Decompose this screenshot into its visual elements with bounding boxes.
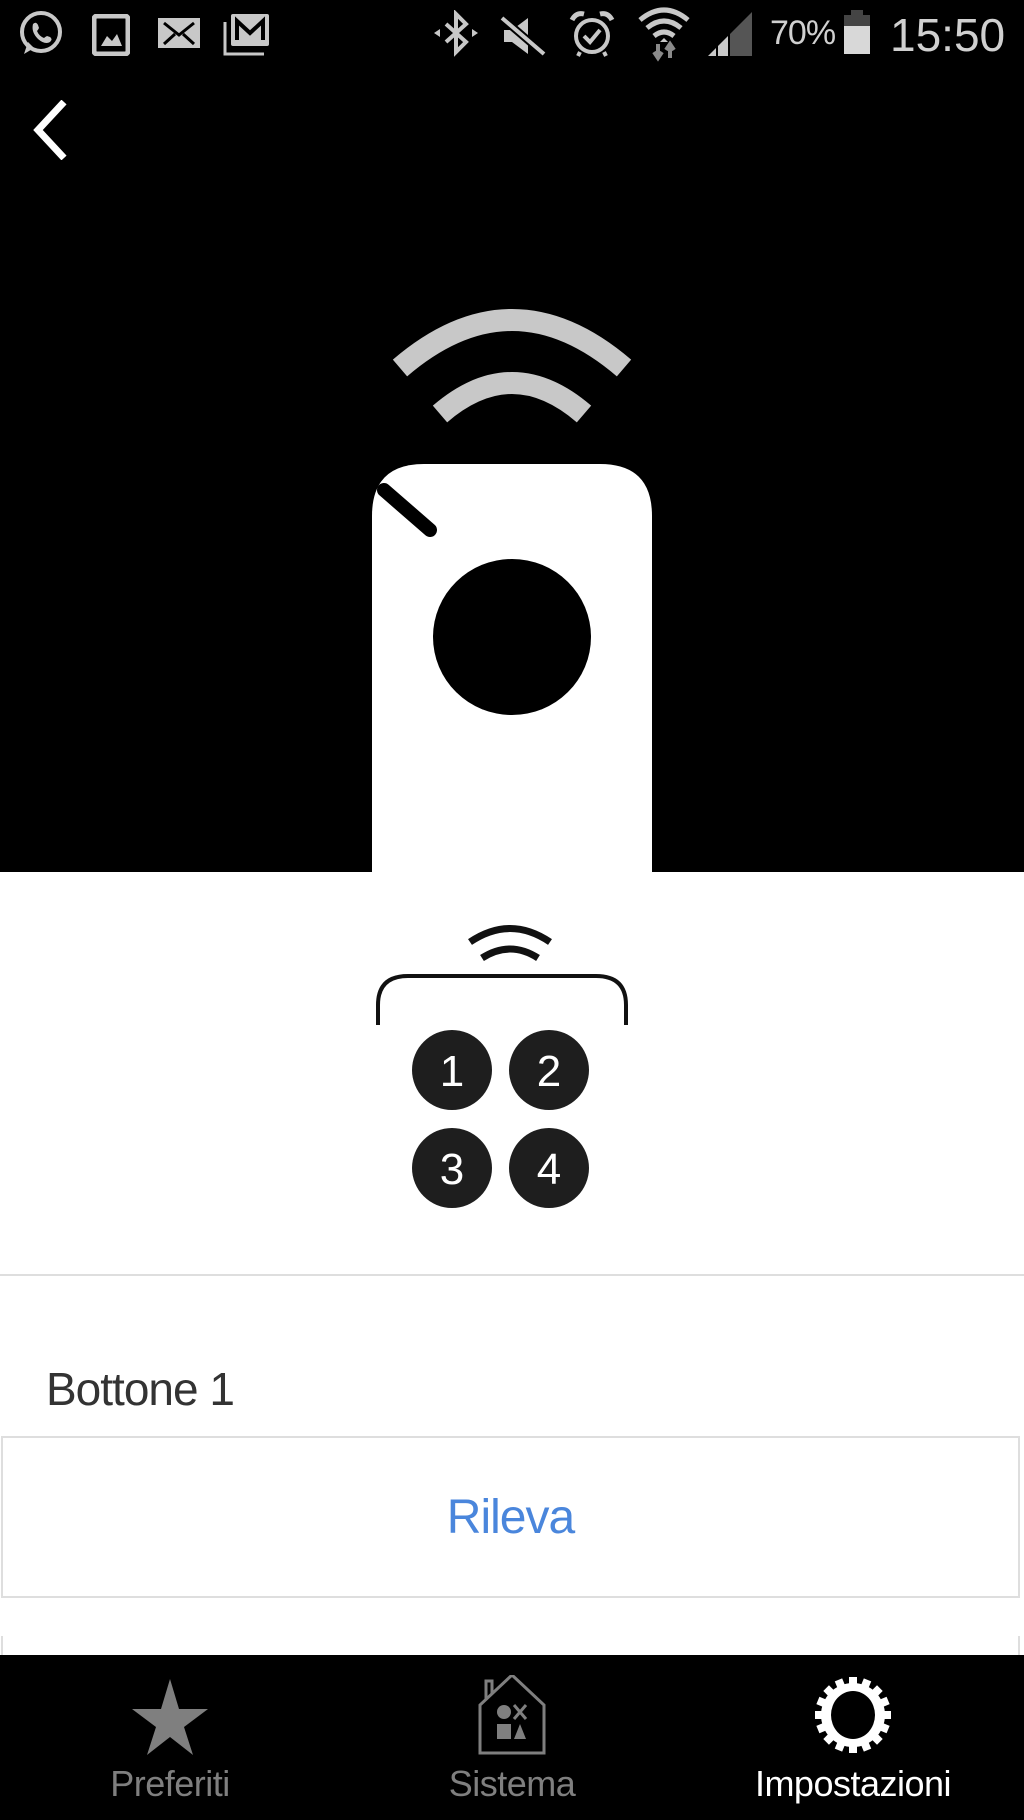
receiver-button-4-label: 4 [537,1145,561,1194]
tab-sistema[interactable]: Sistema [362,1655,662,1820]
receiver-button-2-label: 2 [537,1047,561,1096]
email-icon [158,18,200,48]
star-icon [132,1679,208,1755]
tab-impostazioni-label: Impostazioni [754,1763,952,1804]
battery-icon [844,10,870,54]
gear-icon [815,1677,891,1753]
mute-icon [500,14,547,58]
house-icon [478,1675,546,1755]
clock-time: 15:50 [890,9,1006,61]
next-row-partial [1,1636,1020,1656]
back-button[interactable] [24,99,84,161]
tab-preferiti[interactable]: Preferiti [20,1655,320,1820]
four-button-receiver-icon: 1 2 3 4 [376,925,628,1208]
detect-button-label: Rileva [446,1490,575,1544]
detect-button[interactable]: Rileva [1,1436,1020,1598]
wifi-icon [638,7,690,62]
button-field-label: Bottone 1 [46,1363,235,1415]
alarm-icon [569,11,615,57]
receiver-button-3-label: 3 [440,1145,464,1194]
status-bar: 70% 15:50 [0,0,1024,72]
gallery-icon [92,14,130,56]
tab-impostazioni[interactable]: Impostazioni [703,1655,1003,1820]
receiver-button-1-label: 1 [440,1047,464,1096]
chevron-left-icon [33,99,67,161]
signal-icon [708,12,752,56]
remote-control-icon [372,309,652,872]
gmail-icon [223,14,269,56]
tab-preferiti-label: Preferiti [110,1763,230,1804]
remote-illustration-area [0,72,1024,872]
bottom-tab-bar: Preferiti Sistema Impostazioni [0,1655,1024,1820]
section-divider [0,1274,1024,1276]
whatsapp-icon [20,11,62,54]
battery-percent: 70% [770,14,836,52]
tab-sistema-label: Sistema [448,1763,576,1804]
bluetooth-icon [434,10,478,57]
